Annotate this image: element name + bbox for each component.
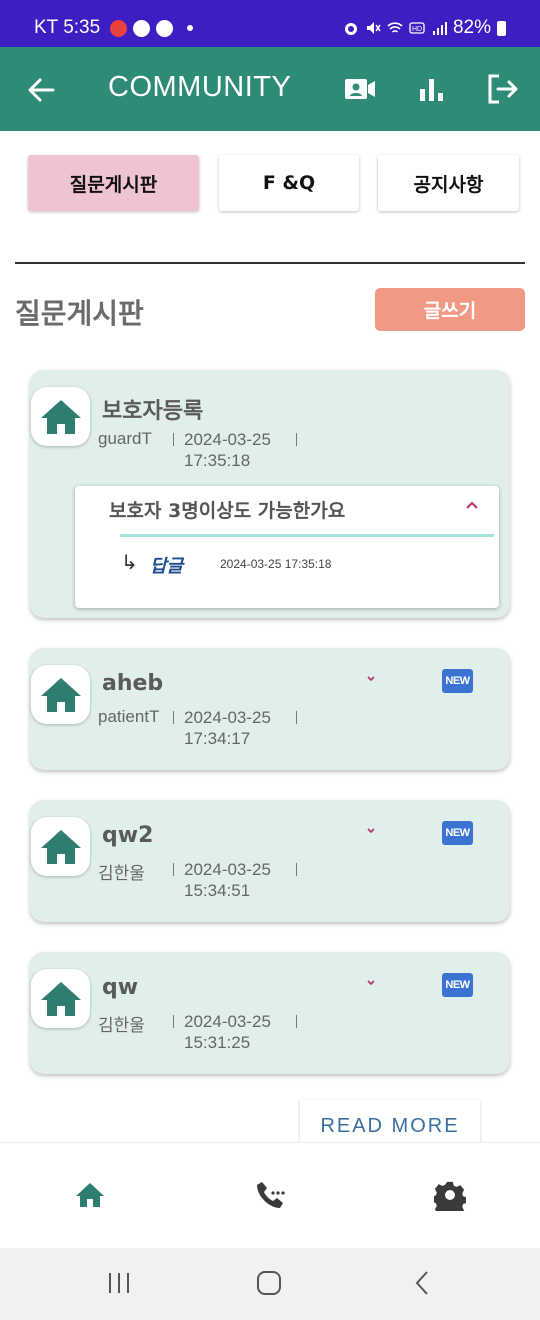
bottom-nav bbox=[0, 1142, 540, 1248]
post-question: 보호자 3명이상도 가능한가요 bbox=[109, 500, 346, 522]
answer-panel: 보호자 3명이상도 가능한가요 ↳ 답글 2024-03-25 17:35:18 bbox=[75, 486, 499, 608]
talk-icon bbox=[156, 19, 174, 37]
app-bar: COMMUNITY bbox=[0, 47, 540, 131]
separator bbox=[173, 433, 174, 446]
home-icon bbox=[40, 677, 81, 712]
post-author: 김한울 bbox=[98, 1016, 145, 1035]
status-bar: KT 5:35 HD 82% bbox=[0, 0, 540, 47]
video-contact-icon[interactable] bbox=[342, 71, 378, 107]
avatar bbox=[31, 969, 90, 1028]
board-tabs: 질문게시판 F &Q 공지사항 bbox=[0, 155, 540, 211]
reply-date: 2024-03-25 17:35:18 bbox=[220, 557, 332, 571]
chevron-down-icon[interactable] bbox=[364, 978, 378, 988]
home-button-icon[interactable] bbox=[256, 1270, 282, 1296]
hd-icon: HD bbox=[409, 22, 425, 34]
separator bbox=[173, 863, 174, 876]
post-author: 김한울 bbox=[98, 864, 145, 883]
avatar bbox=[31, 665, 90, 724]
separator bbox=[173, 711, 174, 724]
home-icon bbox=[40, 981, 81, 1016]
post-date: 2024-03-25 17:35:18 bbox=[184, 430, 271, 470]
reply-label[interactable]: 답글 bbox=[150, 552, 183, 578]
chevron-down-icon[interactable] bbox=[364, 826, 378, 836]
new-badge: NEW bbox=[442, 973, 473, 997]
separator bbox=[296, 433, 297, 446]
back-button-icon[interactable] bbox=[410, 1270, 436, 1296]
more-notifications-icon bbox=[187, 25, 194, 31]
post-title: 보호자등록 bbox=[102, 399, 204, 424]
post-card[interactable]: 보호자등록 guardT 2024-03-25 17:35:18 보호자 3명이상… bbox=[30, 370, 510, 618]
logout-icon[interactable] bbox=[484, 71, 520, 107]
recent-apps-icon[interactable] bbox=[106, 1270, 132, 1296]
reply-arrow-icon: ↳ bbox=[121, 550, 138, 574]
post-date: 2024-03-25 15:31:25 bbox=[184, 1012, 271, 1052]
status-carrier-time: KT 5:35 bbox=[34, 17, 101, 38]
separator bbox=[296, 1015, 297, 1028]
chat-icon bbox=[133, 19, 151, 37]
wifi-icon bbox=[387, 22, 403, 33]
write-button[interactable]: 글쓰기 bbox=[375, 288, 525, 331]
separator bbox=[296, 711, 297, 724]
post-title: qw bbox=[102, 975, 139, 1000]
post-card[interactable]: qw2 NEW 김한울 2024-03-25 15:34:51 bbox=[30, 800, 510, 922]
battery-percent: 82% bbox=[452, 17, 491, 38]
chevron-up-icon[interactable] bbox=[465, 500, 479, 510]
page-title: COMMUNITY bbox=[108, 71, 292, 103]
notification-icon bbox=[110, 19, 128, 37]
new-badge: NEW bbox=[442, 821, 473, 845]
alarm-icon bbox=[344, 23, 357, 35]
tab-faq[interactable]: F &Q bbox=[219, 155, 359, 211]
arrow-left-icon[interactable] bbox=[24, 73, 58, 107]
new-badge: NEW bbox=[442, 669, 473, 693]
battery-icon bbox=[497, 20, 506, 36]
tab-question-board[interactable]: 질문게시판 bbox=[28, 155, 199, 211]
post-title: qw2 bbox=[102, 823, 154, 848]
post-date: 2024-03-25 17:34:17 bbox=[184, 708, 271, 748]
home-icon bbox=[40, 829, 81, 864]
home-icon[interactable] bbox=[74, 1179, 106, 1211]
tab-notice[interactable]: 공지사항 bbox=[378, 155, 519, 211]
section-title: 질문게시판 bbox=[15, 297, 144, 330]
answer-divider bbox=[120, 534, 494, 537]
post-date: 2024-03-25 15:34:51 bbox=[184, 860, 271, 900]
bar-chart-icon[interactable] bbox=[414, 71, 450, 107]
chevron-down-icon[interactable] bbox=[364, 674, 378, 684]
signal-icon bbox=[432, 22, 447, 35]
svg-text:HD: HD bbox=[412, 26, 422, 33]
post-author: guardT bbox=[98, 429, 152, 448]
mute-icon bbox=[366, 22, 381, 34]
post-title: aheb bbox=[102, 671, 164, 696]
post-card[interactable]: qw NEW 김한울 2024-03-25 15:31:25 bbox=[30, 952, 510, 1074]
gear-icon[interactable] bbox=[434, 1179, 466, 1211]
post-card[interactable]: aheb NEW patientT 2024-03-25 17:34:17 bbox=[30, 648, 510, 770]
post-author: patientT bbox=[98, 707, 160, 726]
avatar bbox=[31, 817, 90, 876]
avatar bbox=[31, 387, 90, 446]
phone-icon[interactable] bbox=[254, 1179, 286, 1211]
divider bbox=[15, 262, 525, 264]
separator bbox=[296, 863, 297, 876]
home-icon bbox=[40, 399, 81, 434]
separator bbox=[173, 1015, 174, 1028]
system-nav-bar bbox=[0, 1248, 540, 1320]
